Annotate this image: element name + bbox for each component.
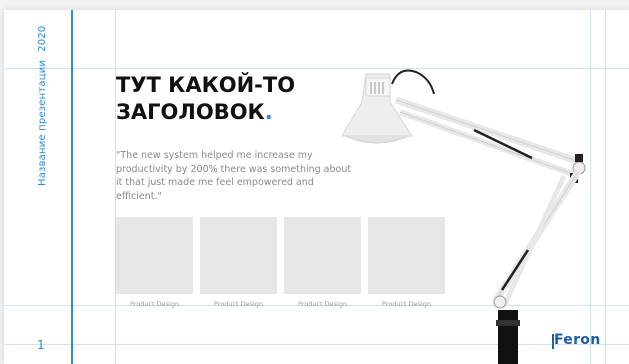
desk-lamp-image xyxy=(341,69,586,364)
feron-logo: Feron xyxy=(554,332,601,348)
presentation-slide: Название презентации2020 1 ТУТ КАКОЙ-ТО … xyxy=(4,10,629,364)
